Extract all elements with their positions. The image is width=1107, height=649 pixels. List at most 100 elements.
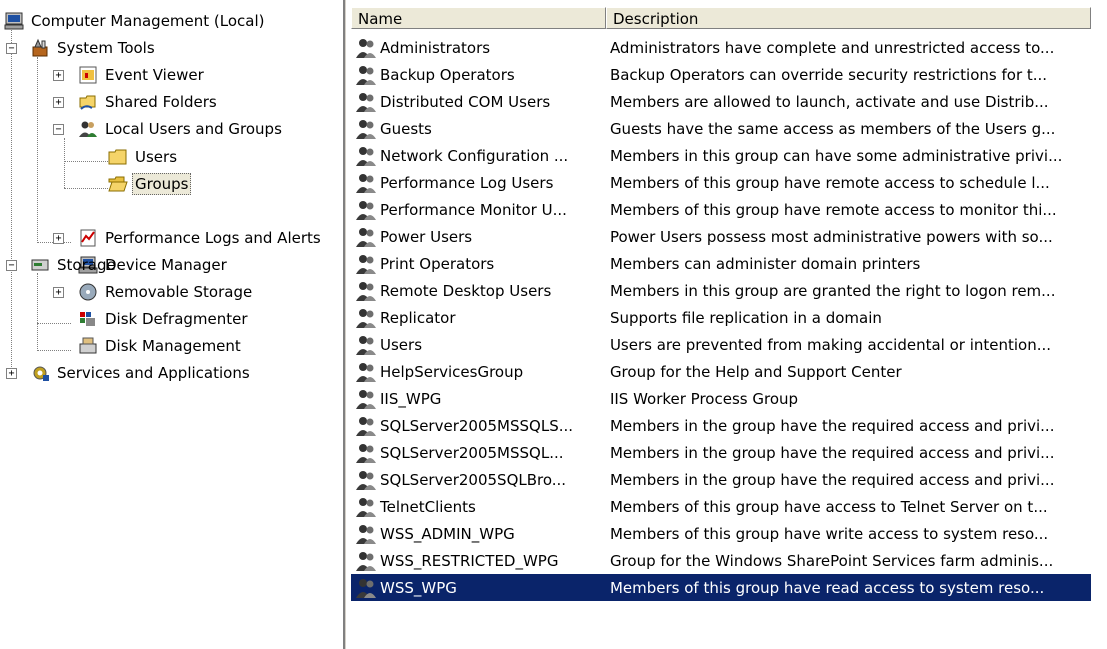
storage-icon xyxy=(31,259,49,271)
column-header-name[interactable]: Name xyxy=(351,7,606,29)
tree-line xyxy=(64,188,108,189)
expand-icon[interactable]: + xyxy=(53,97,64,108)
group-icon xyxy=(356,227,376,247)
group-description: Members of this group have write access … xyxy=(609,524,1049,543)
group-icon xyxy=(356,524,376,544)
group-description: Backup Operators can override security r… xyxy=(609,65,1048,84)
group-name-cell: Users xyxy=(351,333,604,357)
expand-icon[interactable]: + xyxy=(53,287,64,298)
tree-node-shared-folders[interactable]: Shared Folders xyxy=(78,89,220,115)
group-description: Members are allowed to launch, activate … xyxy=(609,92,1049,111)
list-item[interactable]: Distributed COM Users Members are allowed… xyxy=(351,88,1091,115)
group-name-cell: WSS_ADMIN_WPG xyxy=(351,522,604,546)
list-item[interactable]: Guests Guests have the same access as mem… xyxy=(351,115,1091,142)
group-name-cell: Power Users xyxy=(351,225,604,249)
group-name-cell: Distributed COM Users xyxy=(351,90,604,114)
group-name: Guests xyxy=(380,119,432,138)
tree-label: Performance Logs and Alerts xyxy=(105,229,321,247)
tree-node-perf-logs[interactable]: Performance Logs and Alerts xyxy=(78,225,324,251)
group-icon xyxy=(356,416,376,436)
group-name-cell: WSS_WPG xyxy=(351,576,604,600)
collapse-icon[interactable]: − xyxy=(6,260,17,271)
list-item[interactable]: Backup Operators Backup Operators can ove… xyxy=(351,61,1091,88)
group-description: Members of this group have remote access… xyxy=(609,173,1050,192)
group-description: Power Users possess most administrative … xyxy=(609,227,1053,246)
group-name: SQLServer2005MSSQLS... xyxy=(380,416,574,435)
group-name-cell: Replicator xyxy=(351,306,604,330)
removable-storage-icon xyxy=(79,283,97,301)
group-description: Administrators have complete and unrestr… xyxy=(609,38,1055,57)
list-item[interactable]: WSS_RESTRICTED_WPG Group for the Windows … xyxy=(351,547,1091,574)
list-item[interactable]: Power Users Power Users possess most admi… xyxy=(351,223,1091,250)
tree-line xyxy=(37,350,71,351)
group-name-cell: Guests xyxy=(351,117,604,141)
group-name-cell: Remote Desktop Users xyxy=(351,279,604,303)
list-item[interactable]: Users Users are prevented from making acc… xyxy=(351,331,1091,358)
tree-node-disk-defrag[interactable]: Disk Defragmenter xyxy=(78,306,251,332)
tree-node-system-tools[interactable]: System Tools xyxy=(30,35,158,61)
groups-list-view: Name Description Administrators Administr… xyxy=(351,0,1107,649)
expand-icon[interactable]: + xyxy=(53,233,64,244)
tree-node-local-users-groups[interactable]: Local Users and Groups xyxy=(78,116,285,142)
group-name: Performance Monitor U... xyxy=(380,200,567,219)
group-name-cell: Performance Monitor U... xyxy=(351,198,604,222)
group-description: Members in the group have the required a… xyxy=(609,416,1055,435)
defragmenter-icon xyxy=(80,312,95,326)
tree-node-users[interactable]: Users xyxy=(108,144,180,170)
group-name: Remote Desktop Users xyxy=(380,281,552,300)
group-name: Print Operators xyxy=(380,254,495,273)
list-item[interactable]: Performance Monitor U... Members of this … xyxy=(351,196,1091,223)
collapse-icon[interactable]: − xyxy=(6,43,17,54)
expand-icon[interactable]: + xyxy=(53,70,64,81)
list-item[interactable]: TelnetClients Members of this group have … xyxy=(351,493,1091,520)
list-item[interactable]: WSS_ADMIN_WPG Members of this group have … xyxy=(351,520,1091,547)
column-header-description[interactable]: Description xyxy=(606,7,1091,29)
list-item[interactable]: Print Operators Members can administer do… xyxy=(351,250,1091,277)
tree-label: Local Users and Groups xyxy=(105,120,282,138)
group-name-cell: SQLServer2005SQLBro... xyxy=(351,468,604,492)
group-name-cell: SQLServer2005MSSQL... xyxy=(351,441,604,465)
performance-icon xyxy=(80,229,96,247)
tree-label: System Tools xyxy=(57,39,155,57)
list-item[interactable]: Replicator Supports file replication in a… xyxy=(351,304,1091,331)
group-name: Distributed COM Users xyxy=(380,92,551,111)
tree-node-services-apps[interactable]: Services and Applications xyxy=(30,360,253,386)
computer-icon xyxy=(4,12,24,30)
group-description: Members can administer domain printers xyxy=(609,254,921,273)
tree-node-groups[interactable]: Groups xyxy=(108,171,192,197)
list-item[interactable]: IIS_WPG IIS Worker Process Group xyxy=(351,385,1091,412)
tree-node-removable-storage[interactable]: Removable Storage xyxy=(78,279,255,305)
list-item[interactable]: Administrators Administrators have comple… xyxy=(351,34,1091,61)
tree-node-disk-management[interactable]: Disk Management xyxy=(78,333,244,359)
users-group-icon xyxy=(79,121,97,137)
group-description: Members in the group have the required a… xyxy=(609,470,1055,489)
group-description: Members of this group have access to Tel… xyxy=(609,497,1048,516)
group-icon xyxy=(356,551,376,571)
tree-line xyxy=(37,273,38,351)
group-icon xyxy=(356,173,376,193)
list-item[interactable]: SQLServer2005SQLBro... Members in the gro… xyxy=(351,466,1091,493)
group-description: Users are prevented from making accident… xyxy=(609,335,1052,354)
group-description: Members in the group have the required a… xyxy=(609,443,1055,462)
expand-icon[interactable]: + xyxy=(6,368,17,379)
list-item[interactable]: HelpServicesGroup Group for the Help and … xyxy=(351,358,1091,385)
pane-splitter[interactable] xyxy=(340,0,351,649)
list-item[interactable]: SQLServer2005MSSQL... Members in the grou… xyxy=(351,439,1091,466)
list-item[interactable]: Remote Desktop Users Members in this grou… xyxy=(351,277,1091,304)
group-icon xyxy=(356,497,376,517)
group-name: Performance Log Users xyxy=(380,173,554,192)
tree-line xyxy=(64,138,65,188)
tree-node-storage[interactable]: Storage xyxy=(30,252,119,278)
group-description: IIS Worker Process Group xyxy=(609,389,799,408)
group-icon xyxy=(356,65,376,85)
collapse-icon[interactable]: − xyxy=(53,124,64,135)
tree-node-event-viewer[interactable]: Event Viewer xyxy=(78,62,207,88)
group-name: Administrators xyxy=(380,38,491,57)
tree-label: Groups xyxy=(132,173,192,195)
list-item[interactable]: Network Configuration ... Members in this… xyxy=(351,142,1091,169)
tree-node-root[interactable]: Computer Management (Local) xyxy=(4,8,268,34)
group-name-cell: TelnetClients xyxy=(351,495,604,519)
list-item[interactable]: SQLServer2005MSSQLS... Members in the gro… xyxy=(351,412,1091,439)
list-item[interactable]: Performance Log Users Members of this gro… xyxy=(351,169,1091,196)
list-item[interactable]: WSS_WPG Members of this group have read a… xyxy=(351,574,1091,601)
